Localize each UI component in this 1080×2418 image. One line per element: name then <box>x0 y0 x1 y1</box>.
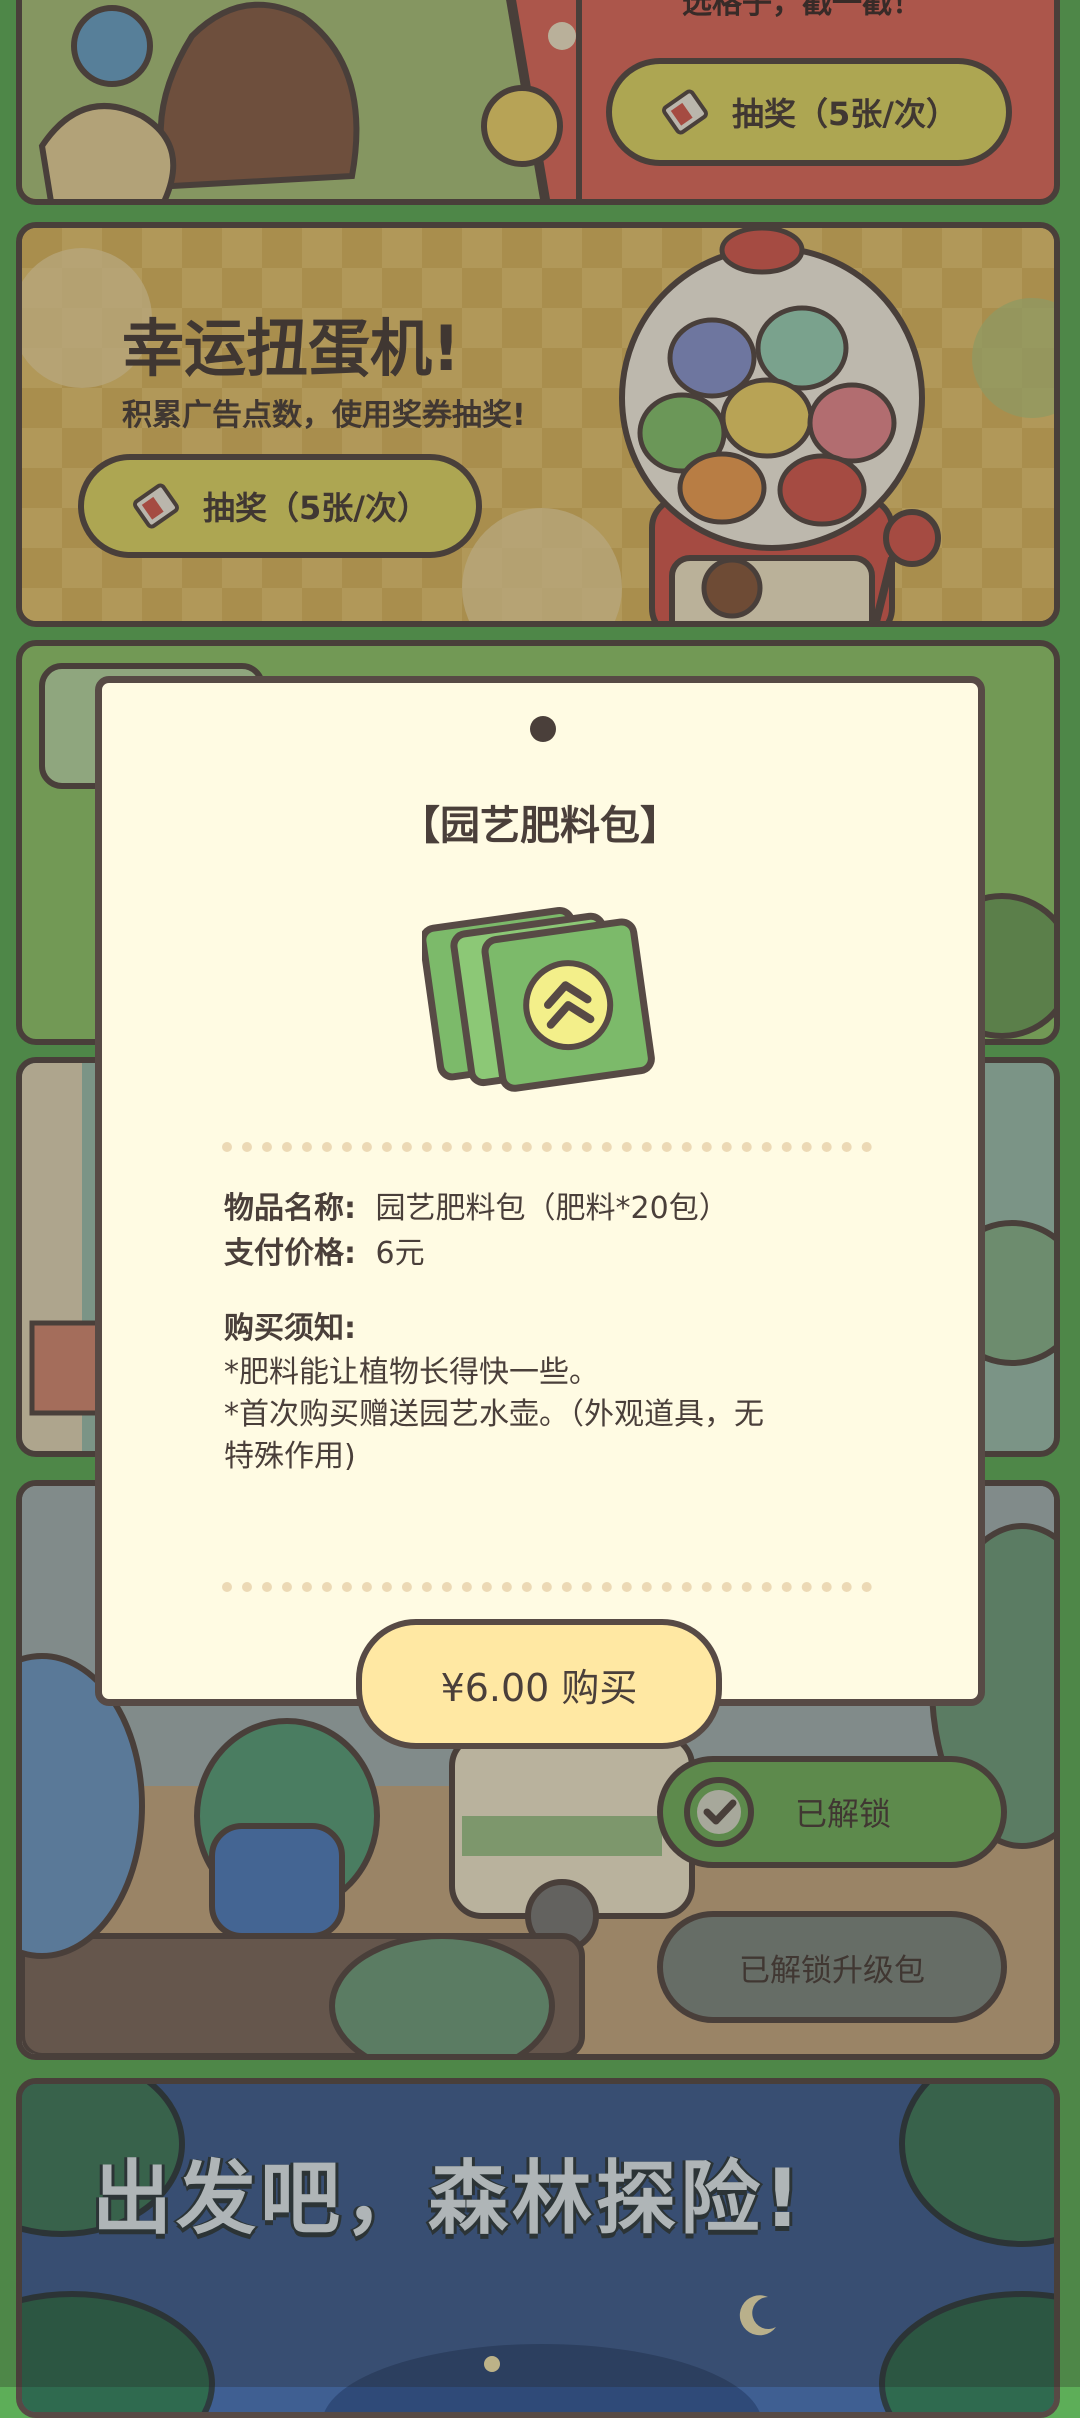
notice-line-3: 特殊作用) <box>224 1439 356 1474</box>
dialog-title: 【园艺肥料包】 <box>400 803 680 849</box>
notice-line-2: *首次购买赠送园艺水壶。（外观道具，无 <box>224 1397 764 1432</box>
notice-heading: 购买须知: <box>224 1311 356 1346</box>
price-row: 支付价格: 6元 <box>224 1228 425 1272</box>
divider-bottom <box>222 1582 872 1592</box>
buy-button-label: ¥6.00 购买 <box>440 1665 638 1710</box>
item-name-row: 物品名称: 园艺肥料包（肥料*20包） <box>224 1183 729 1227</box>
price-label: 支付价格: <box>224 1236 356 1271</box>
item-name-value: 园艺肥料包（肥料*20包） <box>375 1191 729 1226</box>
item-name-label: 物品名称: <box>224 1191 356 1226</box>
price-value: 6元 <box>375 1236 425 1271</box>
notice-line-1: *肥料能让植物长得快一些。 <box>224 1355 599 1390</box>
fertilizer-pack-icon <box>419 893 672 1103</box>
buy-button[interactable]: ¥6.00 购买 <box>356 1619 722 1749</box>
divider-top <box>222 1142 872 1152</box>
purchase-dialog: 【园艺肥料包】 物品名称: 园艺肥料包（肥料*20包） 支付价格: 6元 购买须… <box>95 676 985 1706</box>
pin-hole <box>530 716 556 742</box>
